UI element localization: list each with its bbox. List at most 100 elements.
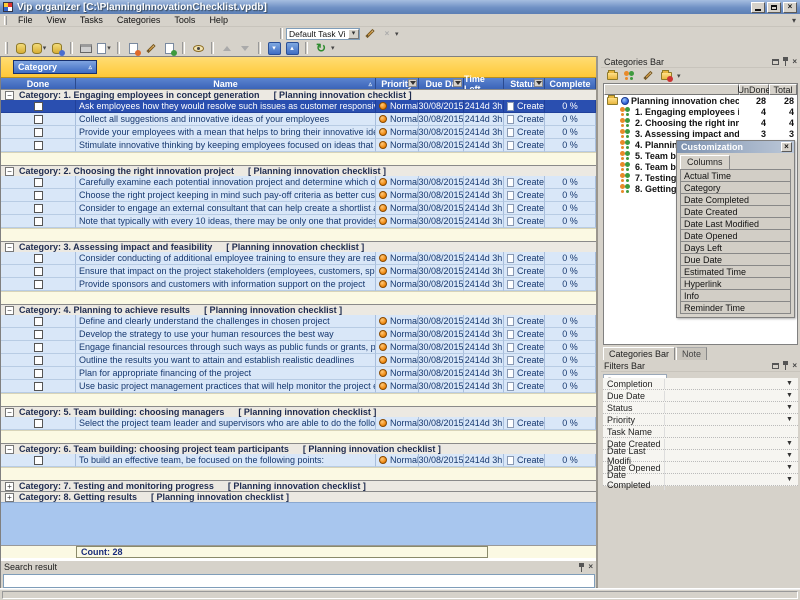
category-group-row[interactable]: −Category: 4. Planning to achieve result… <box>1 304 596 315</box>
column-list-item[interactable]: Date Completed <box>680 194 791 206</box>
view-toolbar-chevron-icon[interactable]: ▾ <box>395 30 399 38</box>
priority-cell[interactable]: Normal <box>376 126 419 139</box>
done-cell[interactable] <box>1 202 76 215</box>
done-cell[interactable] <box>1 215 76 228</box>
collapse-icon[interactable]: − <box>5 408 14 417</box>
done-checkbox[interactable] <box>34 178 43 187</box>
task-name-cell[interactable]: Plan for appropriate financing of the pr… <box>76 367 376 380</box>
refresh-icon[interactable]: ↻ <box>312 41 330 56</box>
tree-item[interactable]: 1. Engaging employees in conce44 <box>604 106 797 117</box>
filter-dropdown-icon[interactable]: ▼ <box>786 464 798 471</box>
task-name-cell[interactable]: To build an effective team, be focused o… <box>76 454 376 467</box>
task-name-cell[interactable]: Engage financial resources through such … <box>76 341 376 354</box>
save-database-icon[interactable] <box>48 41 66 56</box>
done-cell[interactable] <box>1 417 76 430</box>
status-cell[interactable]: Created <box>504 278 545 291</box>
tree-item[interactable]: 3. Assessing impact and feasibil33 <box>604 128 797 139</box>
task-row[interactable]: Use basic project management practices t… <box>1 380 596 393</box>
priority-cell[interactable]: Normal <box>376 113 419 126</box>
task-name-cell[interactable]: Define and clearly understand the challe… <box>76 315 376 328</box>
task-name-cell[interactable]: Ask employees how they would resolve suc… <box>76 100 376 113</box>
column-header-status[interactable]: Status <box>504 78 545 89</box>
priority-cell[interactable]: Normal <box>376 265 419 278</box>
tree-item[interactable]: Planning innovation checklist2828 <box>604 95 797 106</box>
status-cell[interactable]: Created <box>504 367 545 380</box>
task-name-cell[interactable]: Stimulate innovative thinking by keeping… <box>76 139 376 152</box>
delete-category-icon[interactable] <box>658 69 674 82</box>
done-cell[interactable] <box>1 252 76 265</box>
edit-category-icon[interactable] <box>640 69 656 82</box>
complete-cell[interactable]: 0 % <box>545 189 596 202</box>
task-row[interactable]: Consider conducting of additional employ… <box>1 252 596 265</box>
task-name-cell[interactable]: Select the project team leader and super… <box>76 417 376 430</box>
done-cell[interactable] <box>1 113 76 126</box>
toolbar-chevron-icon[interactable]: ▾ <box>331 44 335 52</box>
task-row[interactable]: Define and clearly understand the challe… <box>1 315 596 328</box>
time-left-cell[interactable]: 2414d 3h <box>464 139 504 152</box>
done-cell[interactable] <box>1 354 76 367</box>
done-checkbox[interactable] <box>34 128 43 137</box>
done-cell[interactable] <box>1 380 76 393</box>
priority-cell[interactable]: Normal <box>376 215 419 228</box>
status-cell[interactable]: Created <box>504 328 545 341</box>
tree-header-blank[interactable] <box>604 84 739 95</box>
status-cell[interactable]: Created <box>504 215 545 228</box>
complete-cell[interactable]: 0 % <box>545 367 596 380</box>
due-date-cell[interactable]: 30/08/2015 <box>419 380 464 393</box>
due-date-cell[interactable]: 30/08/2015 <box>419 417 464 430</box>
done-cell[interactable] <box>1 176 76 189</box>
done-checkbox[interactable] <box>34 217 43 226</box>
time-left-cell[interactable]: 2414d 3h <box>464 278 504 291</box>
task-row[interactable]: Choose the right project keeping in mind… <box>1 189 596 202</box>
menu-item-view[interactable]: View <box>40 14 73 26</box>
task-name-cell[interactable]: Outline the results you want to attain a… <box>76 354 376 367</box>
open-database-icon[interactable]: ▾ <box>30 41 48 56</box>
due-date-cell[interactable]: 30/08/2015 <box>419 354 464 367</box>
complete-cell[interactable]: 0 % <box>545 100 596 113</box>
time-left-cell[interactable]: 2414d 3h <box>464 215 504 228</box>
priority-cell[interactable]: Normal <box>376 176 419 189</box>
tree-item[interactable]: 2. Choosing the right innovation44 <box>604 117 797 128</box>
task-name-cell[interactable]: Provide your employees with a mean that … <box>76 126 376 139</box>
column-list-item[interactable]: Days Left <box>680 242 791 254</box>
time-left-cell[interactable]: 2414d 3h <box>464 265 504 278</box>
done-cell[interactable] <box>1 126 76 139</box>
priority-cell[interactable]: Normal <box>376 278 419 291</box>
filter-row[interactable]: Completion▼ <box>603 378 798 390</box>
close-button[interactable]: × <box>783 2 797 13</box>
due-date-cell[interactable]: 30/08/2015 <box>419 341 464 354</box>
due-date-cell[interactable]: 30/08/2015 <box>419 126 464 139</box>
priority-cell[interactable]: Normal <box>376 367 419 380</box>
status-cell[interactable]: Created <box>504 113 545 126</box>
complete-cell[interactable]: 0 % <box>545 417 596 430</box>
task-row[interactable]: Stimulate innovative thinking by keeping… <box>1 139 596 152</box>
filter-dropdown-icon[interactable]: ▼ <box>786 476 798 483</box>
due-date-cell[interactable]: 30/08/2015 <box>419 189 464 202</box>
filter-dropdown-icon[interactable]: ▼ <box>786 452 798 459</box>
filter-dropdown-icon[interactable] <box>453 79 462 87</box>
status-cell[interactable]: Created <box>504 315 545 328</box>
menu-overflow-chevron-icon[interactable]: ▾ <box>792 16 796 25</box>
done-checkbox[interactable] <box>34 267 43 276</box>
collapse-icon[interactable]: − <box>5 445 14 454</box>
new-subcategory-icon[interactable] <box>622 69 638 82</box>
done-checkbox[interactable] <box>34 356 43 365</box>
category-group-row[interactable]: −Category: 2. Choosing the right innovat… <box>1 165 596 176</box>
done-cell[interactable] <box>1 265 76 278</box>
due-date-cell[interactable]: 30/08/2015 <box>419 278 464 291</box>
due-date-cell[interactable]: 30/08/2015 <box>419 113 464 126</box>
column-list-item[interactable]: Date Opened <box>680 230 791 242</box>
print-icon[interactable] <box>77 41 95 56</box>
category-group-row[interactable]: −Category: 5. Team building: choosing ma… <box>1 406 596 417</box>
complete-cell[interactable]: 0 % <box>545 176 596 189</box>
filter-row[interactable]: Status▼ <box>603 402 798 414</box>
column-header-done[interactable]: Done <box>1 78 76 89</box>
complete-cell[interactable]: 0 % <box>545 252 596 265</box>
task-row[interactable]: Plan for appropriate financing of the pr… <box>1 367 596 380</box>
priority-cell[interactable]: Normal <box>376 100 419 113</box>
done-cell[interactable] <box>1 328 76 341</box>
task-name-cell[interactable]: Ensure that impact on the project stakeh… <box>76 265 376 278</box>
edit-task-icon[interactable] <box>142 41 160 56</box>
filter-dropdown-icon[interactable]: ▼ <box>786 416 798 423</box>
task-name-cell[interactable]: Carefully examine each potential innovat… <box>76 176 376 189</box>
